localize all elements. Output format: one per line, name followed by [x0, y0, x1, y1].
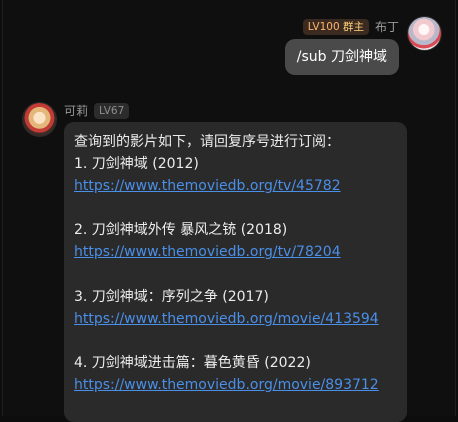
incoming-message-bubble[interactable]: 查询到的影片如下，请回复序号进行订阅： 1. 刀剑神域 (2012) https…	[64, 122, 407, 422]
member-level-badge: LV67	[94, 102, 130, 119]
chat-window: LV100 群主 布丁 /sub 刀剑神域 可莉 LV67 查询到的影片如下，请…	[2, 0, 456, 422]
result-title: 4. 刀剑神域进击篇：暮色黄昏 (2022)	[74, 354, 311, 371]
result-title: 1. 刀剑神域 (2012)	[74, 156, 199, 173]
result-title: 2. 刀剑神域外传 暴风之铳 (2018)	[74, 222, 288, 239]
incoming-sender-avatar[interactable]	[23, 103, 56, 136]
outgoing-sender-avatar[interactable]	[408, 17, 441, 50]
result-link[interactable]: https://www.themoviedb.org/movie/413594	[74, 311, 379, 327]
member-level-badge: LV100 群主	[302, 18, 369, 35]
result-link[interactable]: https://www.themoviedb.org/tv/45782	[74, 178, 341, 194]
result-link[interactable]: https://www.themoviedb.org/movie/893712	[74, 377, 379, 393]
outgoing-message-bubble[interactable]: /sub 刀剑神域	[284, 39, 399, 75]
outgoing-sender-meta: LV100 群主 布丁	[302, 18, 399, 35]
incoming-sender-meta: 可莉 LV67	[64, 102, 130, 119]
outgoing-sender-name: 布丁	[374, 20, 399, 34]
result-intro-text: 查询到的影片如下，请回复序号进行订阅：	[74, 134, 340, 150]
owner-role-label: 群主	[342, 20, 364, 33]
incoming-sender-name: 可莉	[64, 104, 89, 118]
result-link[interactable]: https://www.themoviedb.org/tv/78204	[74, 244, 341, 260]
result-title: 3. 刀剑神域：序列之争 (2017)	[74, 288, 269, 305]
